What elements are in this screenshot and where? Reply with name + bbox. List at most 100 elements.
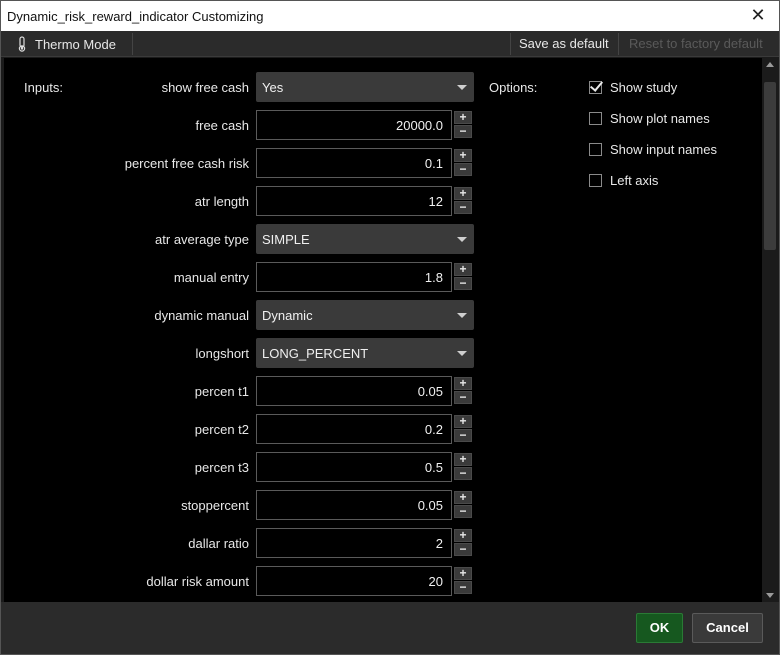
toolbar-divider <box>132 33 133 55</box>
atr-length-field: 12 + − <box>256 186 474 216</box>
checkbox[interactable] <box>589 173 602 187</box>
input-value: 0.1 <box>424 156 443 171</box>
dialog-footer: OK Cancel <box>1 602 779 654</box>
input-label: dollar risk amount <box>146 574 249 589</box>
input-value: 20 <box>428 574 443 589</box>
decrement-button[interactable]: − <box>454 391 472 404</box>
decrement-button[interactable]: − <box>454 505 472 518</box>
reset-factory-default-button[interactable]: Reset to factory default <box>629 36 763 51</box>
checkbox[interactable] <box>589 111 602 125</box>
input-value: 0.2 <box>424 422 443 437</box>
increment-button[interactable]: + <box>454 529 472 542</box>
increment-button[interactable]: + <box>454 149 472 162</box>
thermo-mode-button[interactable]: Thermo Mode <box>17 35 116 53</box>
percen-t3-field: 0.5 + − <box>256 452 474 482</box>
thermo-mode-label: Thermo Mode <box>35 36 116 52</box>
option-show-plot-names[interactable]: Show plot names <box>589 110 710 126</box>
input-label: percen t1 <box>194 384 249 399</box>
decrement-button[interactable]: − <box>454 277 472 290</box>
checkbox-checked[interactable] <box>589 80 602 94</box>
stoppercent-field: 0.05 + − <box>256 490 474 520</box>
manual-entry-field: 1.8 + − <box>256 262 474 292</box>
decrement-button[interactable]: − <box>454 125 472 138</box>
increment-button[interactable]: + <box>454 263 472 276</box>
dollar-risk-amount-field: 20 + − <box>256 566 474 596</box>
input-label: atr average type <box>155 232 249 247</box>
toolbar-divider <box>618 33 619 55</box>
input-label: percen t2 <box>194 422 249 437</box>
number-input[interactable]: 0.05 <box>256 490 452 520</box>
select-value: Yes <box>262 80 284 95</box>
window-title: Dynamic_risk_reward_indicator Customizin… <box>7 9 264 24</box>
select-value: LONG_PERCENT <box>262 346 369 361</box>
increment-button[interactable]: + <box>454 111 472 124</box>
option-left-axis[interactable]: Left axis <box>589 172 658 188</box>
customizing-dialog: Dynamic_risk_reward_indicator Customizin… <box>0 0 780 655</box>
ok-button[interactable]: OK <box>636 613 683 643</box>
input-label: atr length <box>194 194 249 209</box>
input-value: 0.05 <box>417 498 443 513</box>
chevron-down-icon <box>457 351 467 356</box>
longshort-select[interactable]: LONG_PERCENT <box>256 338 474 368</box>
atr-average-type-select[interactable]: SIMPLE <box>256 224 474 254</box>
decrement-button[interactable]: − <box>454 429 472 442</box>
percent-free-cash-risk-field: 0.1 + − <box>256 148 474 178</box>
number-input[interactable]: 20 <box>256 566 452 596</box>
input-value: 12 <box>428 194 443 209</box>
input-label: show free cash <box>161 80 249 95</box>
input-label: free cash <box>195 118 249 133</box>
increment-button[interactable]: + <box>454 491 472 504</box>
number-input[interactable]: 2 <box>256 528 452 558</box>
option-show-input-names[interactable]: Show input names <box>589 141 717 157</box>
options-section-label: Options: <box>489 80 538 95</box>
number-input[interactable]: 1.8 <box>256 262 452 292</box>
dallar-ratio-field: 2 + − <box>256 528 474 558</box>
increment-button[interactable]: + <box>454 187 472 200</box>
toolbar-divider <box>510 33 511 55</box>
cancel-button[interactable]: Cancel <box>692 613 763 643</box>
decrement-button[interactable]: − <box>454 543 472 556</box>
input-label: dallar ratio <box>188 536 249 551</box>
increment-button[interactable]: + <box>454 377 472 390</box>
number-input[interactable]: 20000.0 <box>256 110 452 140</box>
number-input[interactable]: 0.2 <box>256 414 452 444</box>
scrollbar-thumb[interactable] <box>764 82 776 250</box>
vertical-scrollbar[interactable] <box>762 58 779 602</box>
decrement-button[interactable]: − <box>454 581 472 594</box>
close-icon[interactable]: ✕ <box>747 4 769 26</box>
input-label: stoppercent <box>181 498 249 513</box>
toolbar: Thermo Mode Save as default Reset to fac… <box>1 31 779 57</box>
checkbox[interactable] <box>589 142 602 156</box>
save-as-default-button[interactable]: Save as default <box>519 36 609 51</box>
input-value: 0.5 <box>424 460 443 475</box>
number-input[interactable]: 0.05 <box>256 376 452 406</box>
scroll-down-icon[interactable] <box>766 593 774 598</box>
percen-t2-field: 0.2 + − <box>256 414 474 444</box>
number-input[interactable]: 0.1 <box>256 148 452 178</box>
increment-button[interactable]: + <box>454 415 472 428</box>
increment-button[interactable]: + <box>454 567 472 580</box>
increment-button[interactable]: + <box>454 453 472 466</box>
select-value: Dynamic <box>262 308 313 323</box>
number-input[interactable]: 0.5 <box>256 452 452 482</box>
chevron-down-icon <box>457 237 467 242</box>
decrement-button[interactable]: − <box>454 467 472 480</box>
number-input[interactable]: 12 <box>256 186 452 216</box>
decrement-button[interactable]: − <box>454 163 472 176</box>
scroll-up-icon[interactable] <box>766 62 774 67</box>
input-value: 1.8 <box>424 270 443 285</box>
input-label: manual entry <box>173 270 249 285</box>
dynamic-manual-select[interactable]: Dynamic <box>256 300 474 330</box>
input-label: percent free cash risk <box>124 156 249 171</box>
decrement-button[interactable]: − <box>454 201 472 214</box>
show-free-cash-select[interactable]: Yes <box>256 72 474 102</box>
input-label: dynamic manual <box>154 308 249 323</box>
select-value: SIMPLE <box>262 232 310 247</box>
input-value: 20000.0 <box>396 118 443 133</box>
input-value: 2 <box>435 536 443 551</box>
percen-t1-field: 0.05 + − <box>256 376 474 406</box>
thermometer-icon <box>18 36 26 52</box>
option-label: Left axis <box>610 172 659 188</box>
option-show-study[interactable]: Show study <box>589 79 677 95</box>
option-label: Show study <box>610 79 678 95</box>
